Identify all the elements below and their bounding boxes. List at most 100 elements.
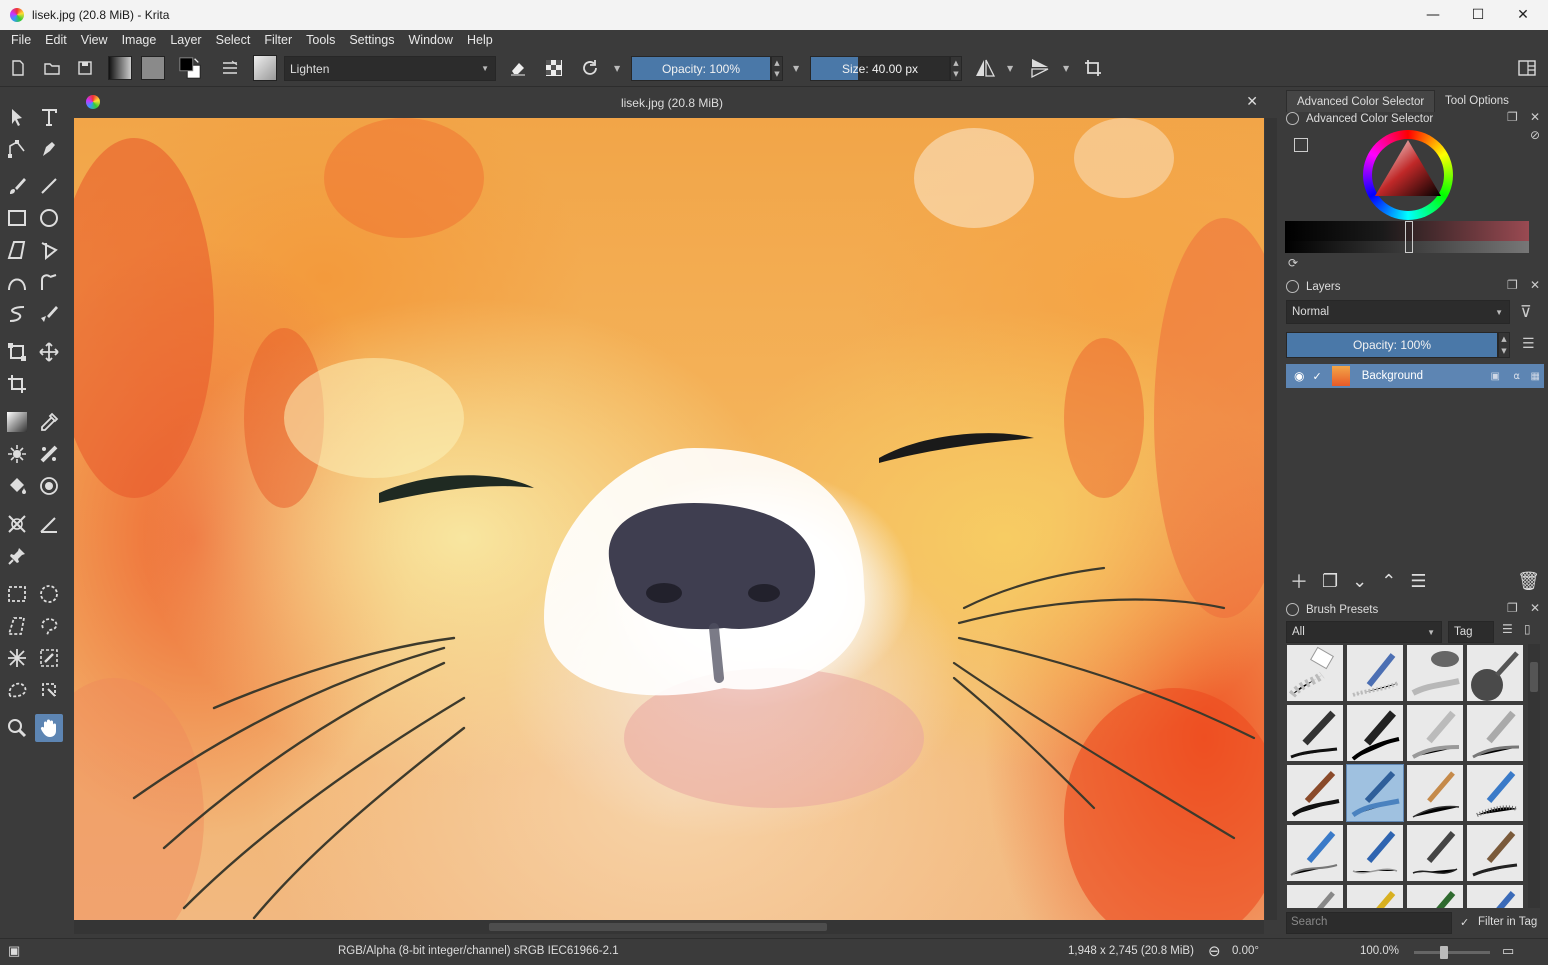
list-view-icon[interactable]: ☰ (1502, 622, 1513, 636)
workspace-chooser-icon[interactable] (1515, 56, 1539, 80)
float-docker-icon[interactable]: ❐ (1507, 278, 1518, 292)
lock-icon[interactable] (1286, 112, 1299, 125)
brush-preset-soft[interactable] (1466, 644, 1524, 702)
filter-in-tag-checkbox[interactable]: ✓ (1460, 916, 1469, 929)
canvas[interactable] (74, 118, 1264, 920)
wrap-around-icon[interactable] (1081, 56, 1105, 80)
rotation-icon[interactable]: ⊖ (1208, 942, 1221, 960)
add-layer-icon[interactable]: ＋ (1290, 568, 1308, 594)
layer-opacity-slider[interactable]: Opacity: 100% (1286, 332, 1498, 358)
close-document-icon[interactable]: ✕ (1246, 94, 1258, 110)
dynamic-brush-tool-icon[interactable] (3, 300, 31, 328)
gradient-preset-icon[interactable] (108, 56, 132, 80)
edit-shapes-tool-icon[interactable] (3, 135, 31, 163)
brush-preset-pencil-yellow[interactable] (1346, 884, 1404, 908)
smart-patch-tool-icon[interactable] (35, 440, 63, 468)
layer-checkbox[interactable]: ✓ (1312, 370, 1321, 383)
brush-settings-icon[interactable]: ▯ (1524, 622, 1531, 636)
multibrush-tool-icon[interactable] (35, 300, 63, 328)
bezier-curve-tool-icon[interactable] (3, 268, 31, 296)
brush-preset-pen[interactable] (1406, 764, 1464, 822)
transform-tool-icon[interactable] (3, 338, 31, 366)
measure-tool-icon[interactable] (35, 510, 63, 538)
layer-properties-icon[interactable]: ☰ (1410, 571, 1426, 592)
color-shade-strip[interactable] (1285, 221, 1529, 253)
close-docker-icon[interactable]: ✕ (1530, 110, 1540, 124)
open-document-icon[interactable] (40, 56, 64, 80)
preserve-alpha-icon[interactable] (542, 56, 566, 80)
brush-preset-watercolor-selected[interactable] (1346, 764, 1404, 822)
horizontal-scrollbar-thumb[interactable] (489, 923, 827, 931)
zoom-tool-icon[interactable] (3, 714, 31, 742)
crop-tool-icon[interactable] (3, 370, 31, 398)
brush-preset-marker[interactable] (1346, 704, 1404, 762)
float-docker-icon[interactable]: ❐ (1507, 110, 1518, 124)
freehand-selection-tool-icon[interactable] (35, 612, 63, 640)
brush-preset-charcoal[interactable] (1466, 824, 1524, 882)
rectangular-selection-tool-icon[interactable] (3, 580, 31, 608)
freehand-brush-tool-icon[interactable] (3, 172, 31, 200)
brush-search-input[interactable]: Search (1286, 912, 1452, 934)
close-docker-icon[interactable]: ✕ (1530, 601, 1540, 615)
move-tool-icon[interactable] (35, 338, 63, 366)
polygonal-selection-tool-icon[interactable] (3, 612, 31, 640)
tab-advanced-color-selector[interactable]: Advanced Color Selector (1286, 90, 1436, 112)
mirror-horizontal-icon[interactable] (973, 56, 997, 80)
float-docker-icon[interactable]: ❐ (1507, 601, 1518, 615)
elliptical-selection-tool-icon[interactable] (35, 580, 63, 608)
brush-preset-fineliner[interactable] (1406, 824, 1464, 882)
minimize-button[interactable]: — (1410, 0, 1456, 30)
assistant-tool-icon[interactable] (3, 510, 31, 538)
layer-item-background[interactable]: ◉ ✓ Background ▣ ⍺ ▦ (1286, 364, 1544, 388)
brush-preset-airbrush[interactable] (1406, 644, 1464, 702)
vertical-scrollbar[interactable] (1265, 118, 1277, 920)
pan-tool-icon[interactable] (35, 714, 63, 742)
save-icon[interactable] (73, 56, 97, 80)
pattern-preset-icon[interactable] (141, 56, 165, 80)
new-document-icon[interactable] (6, 56, 30, 80)
select-shapes-tool-icon[interactable] (3, 103, 31, 131)
reload-preset-icon[interactable] (578, 56, 602, 80)
bezier-selection-tool-icon[interactable] (3, 676, 31, 704)
close-window-button[interactable]: ✕ (1500, 0, 1546, 30)
close-docker-icon[interactable]: ✕ (1530, 278, 1540, 292)
brush-preset-brush-pen[interactable] (1466, 884, 1524, 908)
foreground-background-color-icon[interactable] (178, 56, 202, 80)
menu-window[interactable]: Window (402, 33, 460, 47)
maximize-button[interactable]: ☐ (1455, 0, 1501, 30)
menu-tools[interactable]: Tools (299, 33, 342, 47)
rectangle-tool-icon[interactable] (3, 204, 31, 232)
inherit-alpha-icon[interactable]: ▦ (1531, 371, 1540, 382)
brush-preset-technical-pen[interactable] (1286, 884, 1344, 908)
duplicate-layer-icon[interactable]: ❐ (1322, 571, 1338, 592)
menu-view[interactable]: View (74, 33, 115, 47)
chevron-down-icon[interactable]: ▼ (1063, 64, 1069, 73)
brush-tag-filter-select[interactable]: All ▼ (1286, 621, 1442, 643)
fill-tool-icon[interactable] (3, 472, 31, 500)
selection-mode-icon[interactable]: ▣ (8, 943, 20, 959)
lock-icon[interactable] (1286, 280, 1299, 293)
move-layer-down-icon[interactable]: ⌄ (1352, 571, 1367, 592)
brush-preset-icon[interactable] (253, 55, 277, 81)
fullscreen-icon[interactable]: ▭ (1502, 943, 1514, 959)
calligraphy-tool-icon[interactable] (35, 135, 63, 163)
refresh-icon[interactable]: ⟳ (1288, 256, 1298, 270)
freehand-path-tool-icon[interactable] (35, 268, 63, 296)
visibility-eye-icon[interactable]: ◉ (1294, 369, 1304, 383)
magnetic-selection-tool-icon[interactable] (35, 676, 63, 704)
move-layer-up-icon[interactable]: ⌃ (1381, 571, 1396, 592)
opacity-spinner[interactable]: ▲ ▼ (771, 56, 783, 81)
brush-preset-pencil-soft[interactable] (1406, 704, 1464, 762)
brush-preset-pencil-hard[interactable] (1466, 704, 1524, 762)
layer-options-icon[interactable]: ☰ (1522, 336, 1535, 352)
lock-icon[interactable] (1286, 603, 1299, 616)
document-tab[interactable]: lisek.jpg (20.8 MiB) ✕ (74, 88, 1270, 118)
layer-blend-mode-select[interactable]: Normal ▼ (1286, 300, 1510, 324)
menu-edit[interactable]: Edit (38, 33, 74, 47)
zoom-slider-handle[interactable] (1440, 946, 1448, 959)
similar-color-selection-tool-icon[interactable] (35, 644, 63, 672)
menu-select[interactable]: Select (209, 33, 258, 47)
brush-preset-paint[interactable] (1286, 764, 1344, 822)
menu-filter[interactable]: Filter (257, 33, 299, 47)
menu-layer[interactable]: Layer (163, 33, 208, 47)
